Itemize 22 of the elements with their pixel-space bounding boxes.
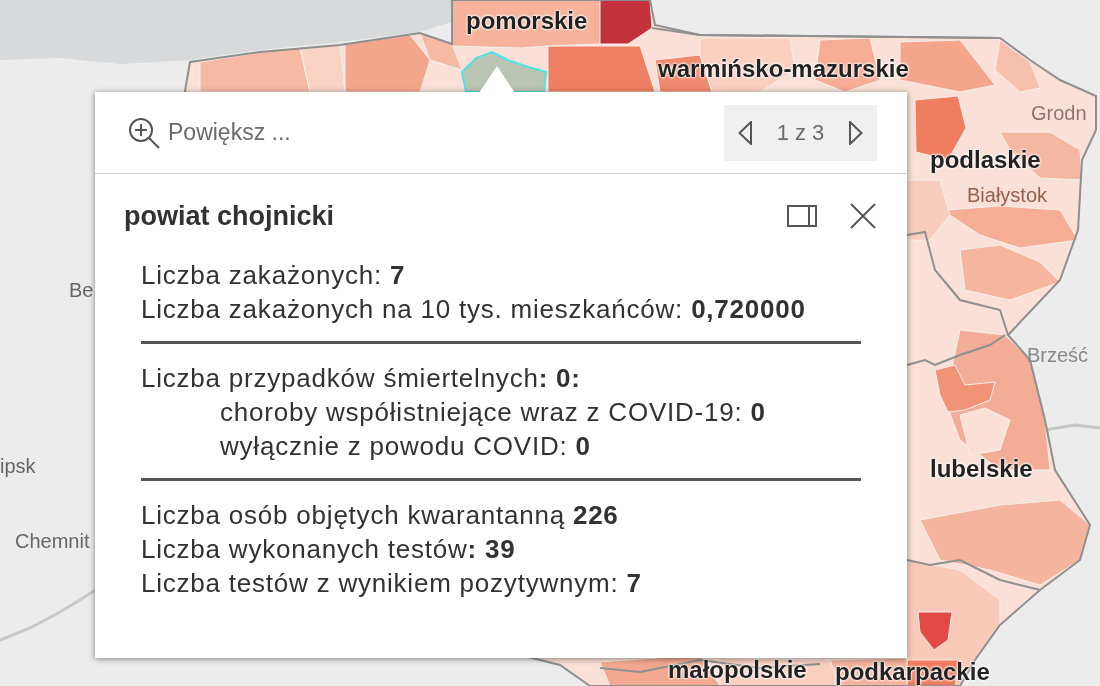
stat-line: choroby współistniejące wraz z COVID-19: 0 [220,396,766,429]
stat-line: Liczba wykonanych testów: 39 [141,533,516,566]
stat-line: Liczba przypadków śmiertelnych: 0: [141,362,581,395]
region-label: pomorskie [466,7,588,35]
stat-line: Liczba zakażonych na 10 tys. mieszkańców: 0,720000 [141,293,806,326]
place-label: ipsk [0,454,36,478]
stat-line: Liczba osób objętych kwarantanną 226 [141,499,619,532]
place-label: Brześć [1027,343,1089,367]
region-label: lubelskie [930,455,1033,483]
stat-line: Liczba zakażonych: 7 [141,259,406,292]
region-label: podkarpackie [835,658,990,686]
stat-line: Liczba testów z wynikiem pozytywnym: 7 [141,567,642,600]
place-label: Grodn [1031,101,1087,125]
place-label: Be [69,278,94,302]
popup-title: powiat chojnicki [124,199,335,233]
stat-line: wyłącznie z powodu COVID: 0 [220,430,591,463]
region-label: warmińsko-mazurskie [658,55,909,83]
region-label: podlaskie [930,146,1041,174]
page-counter: 1 z 3 [776,119,825,147]
place-label: Białystok [967,183,1048,207]
place-label: Chemnit [15,529,90,553]
region-label: małopolskie [668,656,807,684]
